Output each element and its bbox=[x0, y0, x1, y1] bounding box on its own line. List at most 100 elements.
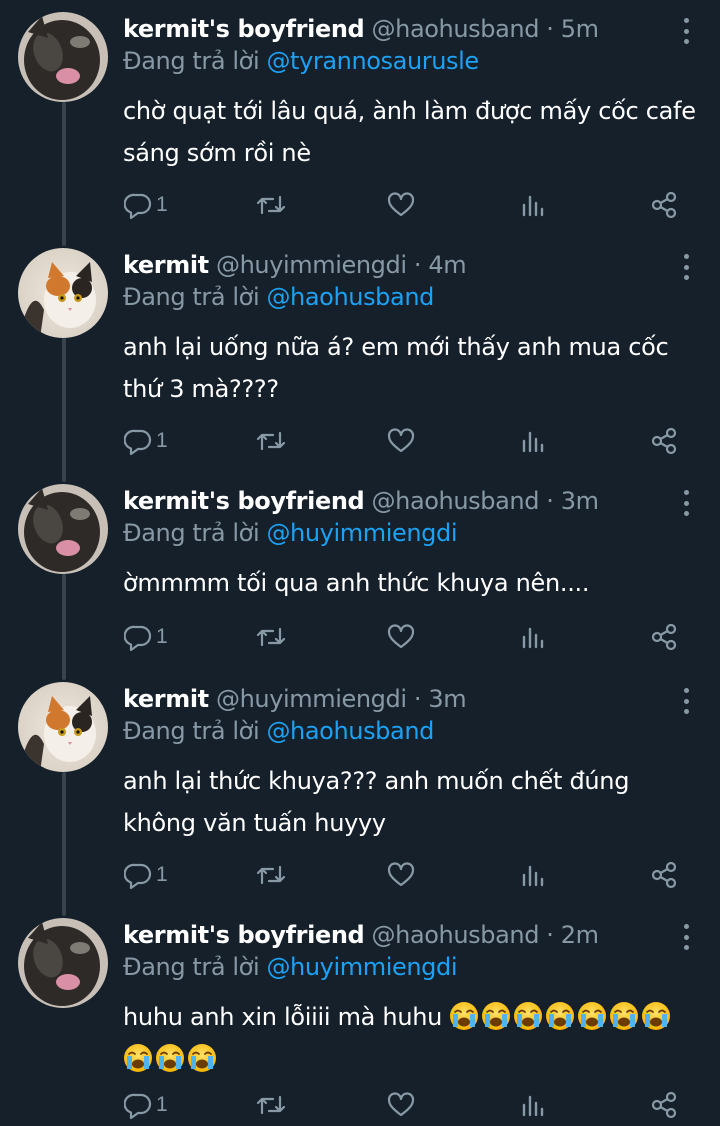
replying-to-handle[interactable]: @huyimmiengdi bbox=[266, 519, 457, 547]
reply-button[interactable]: 1 bbox=[124, 190, 168, 220]
retweet-button[interactable] bbox=[256, 190, 286, 220]
separator-dot: · bbox=[546, 487, 554, 515]
like-button[interactable] bbox=[387, 190, 415, 220]
like-button[interactable] bbox=[387, 1090, 415, 1120]
display-name[interactable]: kermit's boyfriend bbox=[123, 921, 365, 949]
replying-to-handle[interactable]: @tyrannosaurusle bbox=[266, 47, 479, 75]
black-cat-avatar[interactable] bbox=[18, 918, 108, 1008]
speech-bubble-icon bbox=[124, 863, 152, 889]
timestamp[interactable]: 3m bbox=[428, 685, 466, 713]
replying-to-handle[interactable]: @huyimmiengdi bbox=[266, 953, 457, 981]
loudly-crying-face-icon bbox=[514, 1002, 543, 1030]
calico-cat-avatar[interactable] bbox=[18, 682, 108, 772]
replying-to-handle[interactable]: @haohusband bbox=[266, 283, 434, 311]
timestamp[interactable]: 4m bbox=[428, 251, 466, 279]
stats-button[interactable] bbox=[520, 426, 546, 456]
heart-icon bbox=[387, 1092, 415, 1117]
loudly-crying-face-icon bbox=[610, 1002, 639, 1030]
reply-count: 1 bbox=[156, 625, 168, 648]
user-handle[interactable]: @haohusband bbox=[372, 487, 540, 515]
stats-button[interactable] bbox=[520, 190, 546, 220]
share-button[interactable] bbox=[650, 860, 678, 890]
tweet-text: ờmmmm tối qua anh thức khuya nên.... bbox=[123, 569, 590, 597]
replying-to: Đang trả lời @huyimmiengdi bbox=[123, 950, 457, 984]
bar-chart-icon bbox=[522, 865, 544, 887]
display-name[interactable]: kermit's boyfriend bbox=[123, 15, 365, 43]
retweet-button[interactable] bbox=[256, 426, 286, 456]
heart-icon bbox=[387, 862, 415, 887]
like-button[interactable] bbox=[387, 622, 415, 652]
loudly-crying-face-icon bbox=[546, 1002, 575, 1030]
reply-button[interactable]: 1 bbox=[124, 622, 168, 652]
more-options-icon[interactable] bbox=[680, 254, 692, 280]
share-icon bbox=[651, 623, 677, 651]
loudly-crying-face-icon bbox=[124, 1044, 152, 1072]
speech-bubble-icon bbox=[124, 625, 152, 651]
stats-button[interactable] bbox=[520, 860, 546, 890]
stats-button[interactable] bbox=[520, 622, 546, 652]
tweet[interactable]: kermit @huyimmiengdi · 4m Đang trả lời @… bbox=[0, 248, 720, 468]
user-handle[interactable]: @haohusband bbox=[372, 15, 540, 43]
reply-button[interactable]: 1 bbox=[124, 860, 168, 890]
replying-to-handle[interactable]: @haohusband bbox=[266, 717, 434, 745]
retweet-button[interactable] bbox=[256, 622, 286, 652]
tweet[interactable]: kermit's boyfriend @haohusband · 3m Đang… bbox=[0, 484, 720, 664]
tweet-text: anh lại thức khuya??? anh muốn chết đúng… bbox=[123, 767, 630, 837]
display-name[interactable]: kermit bbox=[123, 685, 209, 713]
tweet-text: chờ quạt tới lâu quá, ành làm được mấy c… bbox=[123, 97, 696, 167]
stats-button[interactable] bbox=[520, 1090, 546, 1120]
loudly-crying-face-icon bbox=[482, 1002, 511, 1030]
share-button[interactable] bbox=[650, 1090, 678, 1120]
display-name[interactable]: kermit's boyfriend bbox=[123, 487, 365, 515]
reply-button[interactable]: 1 bbox=[124, 426, 168, 456]
timestamp[interactable]: 2m bbox=[561, 921, 599, 949]
timestamp[interactable]: 3m bbox=[561, 487, 599, 515]
replying-to: Đang trả lời @huyimmiengdi bbox=[123, 516, 457, 550]
bar-chart-icon bbox=[522, 195, 544, 217]
separator-dot: · bbox=[546, 921, 554, 949]
tweet-text: huhu anh xin lỗiiii mà huhu bbox=[123, 996, 703, 1080]
tweet[interactable]: kermit's boyfriend @haohusband · 5m Đang… bbox=[0, 12, 720, 232]
black-cat-avatar[interactable] bbox=[18, 12, 108, 102]
like-button[interactable] bbox=[387, 860, 415, 890]
more-options-icon[interactable] bbox=[680, 490, 692, 516]
black-cat-avatar[interactable] bbox=[18, 484, 108, 574]
retweet-arrows-icon bbox=[256, 1095, 286, 1115]
speech-bubble-icon bbox=[124, 429, 152, 455]
share-button[interactable] bbox=[650, 622, 678, 652]
heart-icon bbox=[387, 428, 415, 453]
user-handle[interactable]: @huyimmiengdi bbox=[216, 251, 407, 279]
separator-dot: · bbox=[413, 251, 422, 279]
timestamp[interactable]: 5m bbox=[561, 15, 599, 43]
share-button[interactable] bbox=[650, 426, 678, 456]
retweet-arrows-icon bbox=[256, 865, 286, 885]
more-options-icon[interactable] bbox=[680, 688, 692, 714]
user-handle[interactable]: @haohusband bbox=[372, 921, 540, 949]
reply-count: 1 bbox=[156, 429, 168, 452]
tweet[interactable]: kermit's boyfriend @haohusband · 2m Đang… bbox=[0, 918, 720, 1126]
more-options-icon[interactable] bbox=[680, 18, 692, 44]
reply-button[interactable]: 1 bbox=[124, 1090, 168, 1120]
speech-bubble-icon bbox=[124, 193, 152, 219]
loudly-crying-face-icon bbox=[450, 1002, 479, 1030]
replying-to-label: Đang trả lời bbox=[123, 283, 260, 311]
action-bar: 1 bbox=[0, 190, 720, 220]
retweet-button[interactable] bbox=[256, 1090, 286, 1120]
action-bar: 1 bbox=[0, 426, 720, 456]
more-options-icon[interactable] bbox=[680, 924, 692, 950]
user-handle[interactable]: @huyimmiengdi bbox=[216, 685, 407, 713]
loudly-crying-face-icon bbox=[188, 1044, 216, 1072]
replying-to: Đang trả lời @haohusband bbox=[123, 280, 434, 314]
like-button[interactable] bbox=[387, 426, 415, 456]
share-button[interactable] bbox=[650, 190, 678, 220]
tweet[interactable]: kermit @huyimmiengdi · 3m Đang trả lời @… bbox=[0, 682, 720, 902]
separator-dot: · bbox=[546, 15, 554, 43]
retweet-arrows-icon bbox=[256, 431, 286, 451]
reply-count: 1 bbox=[156, 863, 168, 886]
display-name[interactable]: kermit bbox=[123, 251, 209, 279]
calico-cat-avatar[interactable] bbox=[18, 248, 108, 338]
retweet-button[interactable] bbox=[256, 860, 286, 890]
retweet-arrows-icon bbox=[256, 627, 286, 647]
share-icon bbox=[651, 1091, 677, 1119]
separator-dot: · bbox=[413, 685, 422, 713]
